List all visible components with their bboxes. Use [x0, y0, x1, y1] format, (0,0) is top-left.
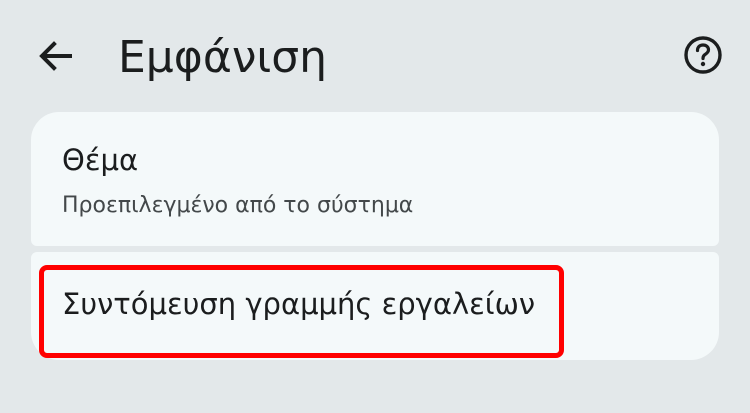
theme-setting-title: Θέμα — [62, 143, 139, 177]
arrow-left-icon — [37, 38, 73, 78]
top-app-bar: Εμφάνιση — [0, 0, 750, 112]
toolbar-shortcut-setting-item[interactable]: Συντόμευση γραμμής εργαλείων — [31, 252, 719, 360]
theme-setting-value: Προεπιλεγμένο από το σύστημα — [62, 193, 414, 218]
page-title: Εμφάνιση — [118, 32, 328, 83]
back-button[interactable] — [30, 33, 80, 83]
theme-setting-item[interactable]: Θέμα Προεπιλεγμένο από το σύστημα — [31, 112, 719, 246]
toolbar-shortcut-title: Συντόμευση γραμμής εργαλείων — [62, 287, 536, 321]
help-button[interactable] — [678, 32, 728, 82]
help-circle-icon — [683, 35, 723, 79]
